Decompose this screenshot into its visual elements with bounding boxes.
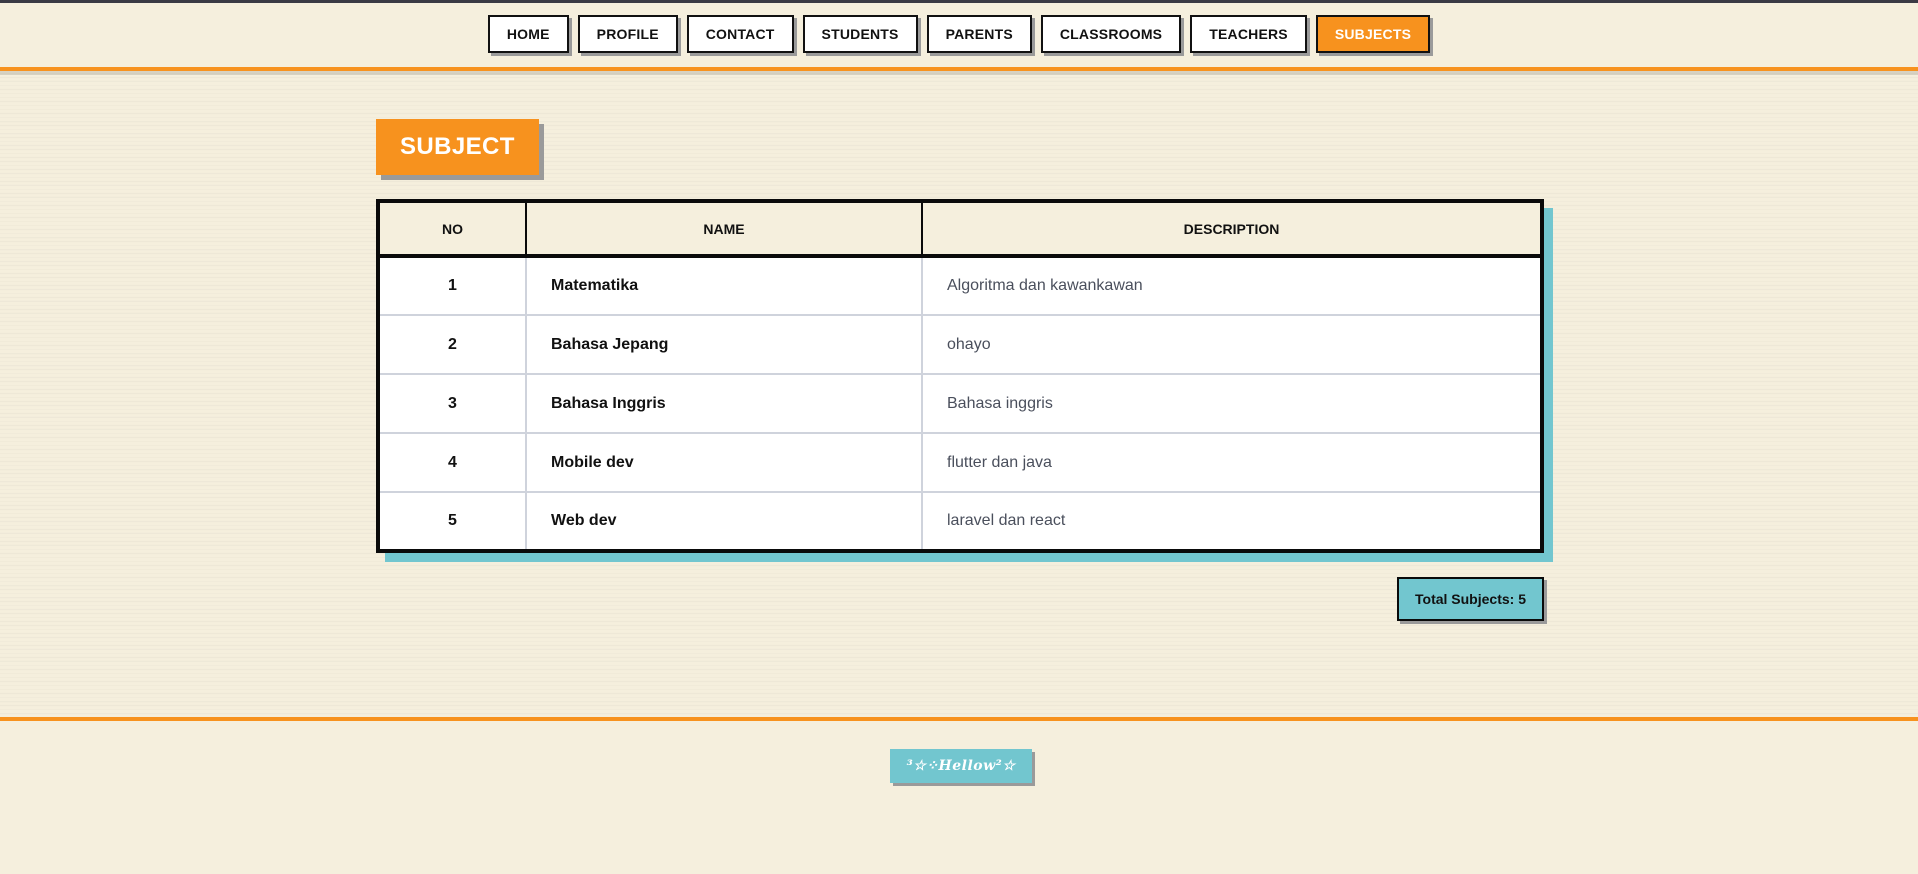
cell-no: 2 [378,315,527,375]
cell-description: Bahasa inggris [922,374,1542,434]
footer-hello-badge: ³☆⁘Hellow²☆ [890,749,1032,783]
table-row: 1 Matematika Algoritma dan kawankawan [378,256,1542,316]
subjects-table-container: NO NAME DESCRIPTION 1 Matematika Algorit… [376,199,1553,562]
nav-contact-link[interactable]: CONTACT [686,15,794,53]
nav-teachers-link[interactable]: TEACHERS [1190,15,1307,53]
nav-home-link[interactable]: HOME [487,15,569,53]
cell-name: Mobile dev [526,433,923,493]
subjects-table: NO NAME DESCRIPTION 1 Matematika Algorit… [376,199,1544,553]
cell-description: laravel dan react [947,512,1066,529]
cell-description: Algoritma dan kawankawan [922,256,1542,316]
cell-name: Bahasa Inggris [526,374,923,434]
cell-no: 4 [378,433,527,493]
page-title: SUBJECT [376,119,539,175]
cell-description: ohayo [922,315,1542,375]
cell-no: 1 [378,256,527,316]
cell-no: 5 [378,492,527,551]
table-body: 1 Matematika Algoritma dan kawankawan 2 … [378,256,1542,551]
column-header-name: NAME [526,201,923,258]
table-row: 2 Bahasa Jepang ohayo [378,315,1542,375]
nav-classrooms-link[interactable]: CLASSROOMS [1040,15,1182,53]
table-row: 4 Mobile dev flutter dan java [378,433,1542,493]
cell-name: Matematika [526,256,923,316]
cell-no: 3 [378,374,527,434]
nav-subjects-link[interactable]: SUBJECTS [1315,15,1431,53]
nav-profile-link[interactable]: PROFILE [577,15,678,53]
nav-parents-link[interactable]: PARENTS [926,15,1032,53]
site-header: HOME PROFILE CONTACT STUDENTS PARENTS CL… [0,3,1918,71]
table-row: 5 Web dev laravel dan react [378,492,1542,551]
cell-name: Web dev [526,492,923,551]
column-header-description: DESCRIPTION [922,201,1542,258]
table-row: 3 Bahasa Inggris Bahasa inggris [378,374,1542,434]
cell-name: Bahasa Jepang [526,315,923,375]
column-header-no: NO [378,201,527,258]
nav-students-link[interactable]: STUDENTS [802,15,918,53]
total-subjects-badge: Total Subjects: 5 [1397,577,1544,621]
table-header: NO NAME DESCRIPTION [378,201,1542,258]
main-nav: HOME PROFILE CONTACT STUDENTS PARENTS CL… [0,15,1918,53]
site-footer: ³☆⁘Hellow²☆ [0,717,1918,874]
cell-description: flutter dan java [922,433,1542,493]
